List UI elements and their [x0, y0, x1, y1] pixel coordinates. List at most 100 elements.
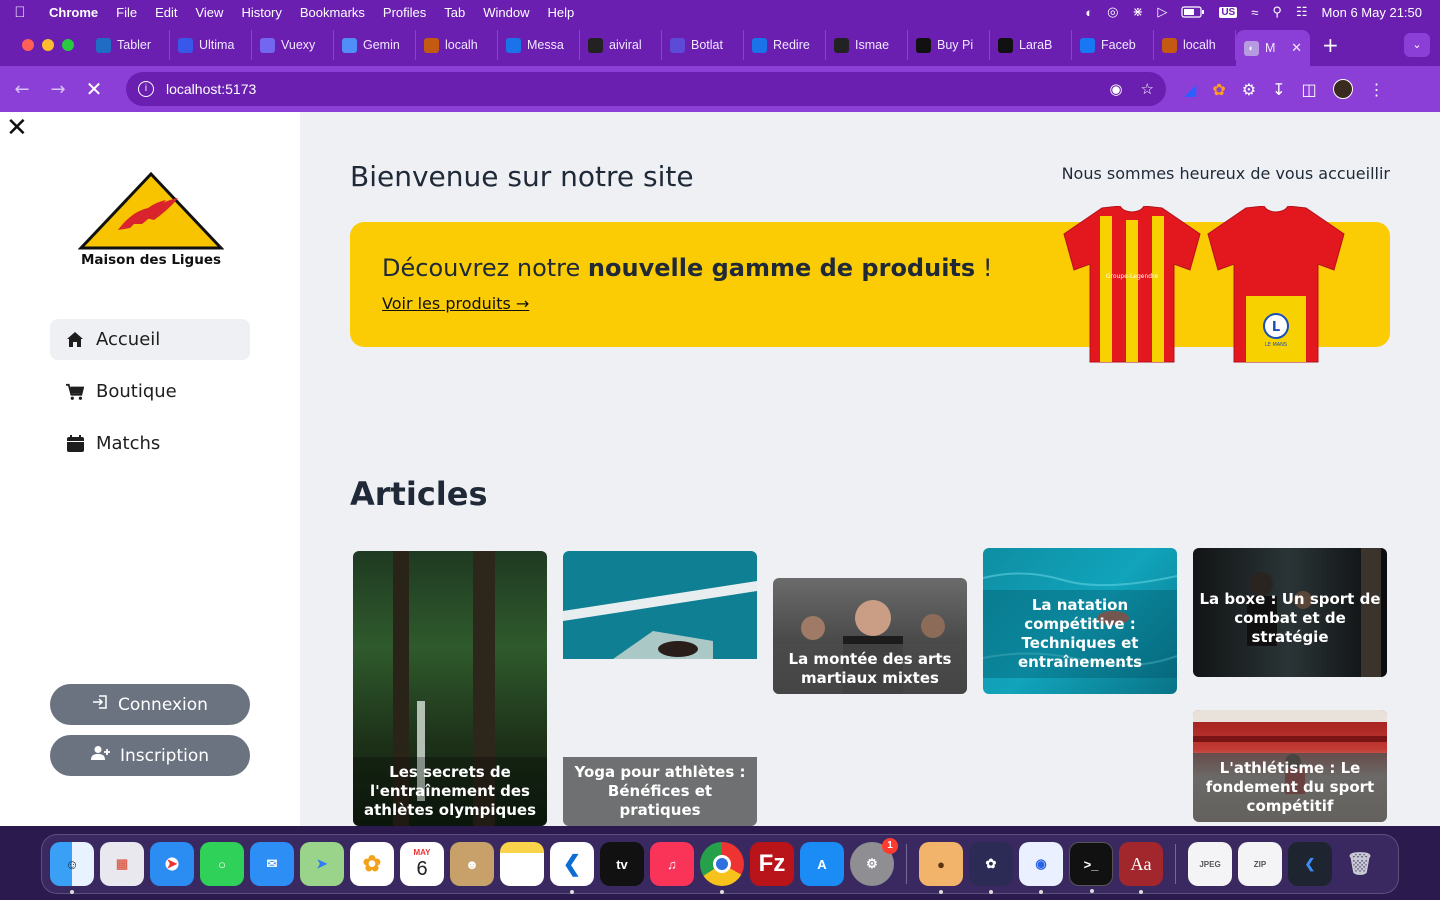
stop-loading-icon[interactable]: ✕: [76, 77, 112, 101]
calendar-app-icon[interactable]: MAY 6: [400, 842, 444, 886]
view-products-link[interactable]: Voir les produits →: [382, 294, 529, 313]
menu-view[interactable]: View: [186, 5, 232, 20]
finder-icon[interactable]: ☺: [50, 842, 94, 894]
tab[interactable]: Ultima: [170, 30, 252, 60]
menu-help[interactable]: Help: [539, 5, 584, 20]
back-icon[interactable]: ←: [4, 79, 40, 100]
forward-icon[interactable]: →: [40, 79, 76, 100]
safari-icon[interactable]: ➤: [150, 842, 194, 886]
tab[interactable]: Messa: [498, 30, 580, 60]
tab[interactable]: Redire: [744, 30, 826, 60]
tab[interactable]: Botlat: [662, 30, 744, 60]
dictionary-icon[interactable]: Aa: [1119, 842, 1163, 894]
jpeg-file-icon[interactable]: JPEG: [1188, 842, 1232, 886]
zip-file-icon[interactable]: ZIP: [1238, 842, 1282, 886]
contacts-icon[interactable]: ☻: [450, 842, 494, 886]
address-bar[interactable]: i localhost:5173 ◉ ☆: [126, 72, 1166, 106]
login-button[interactable]: Connexion: [50, 684, 250, 725]
proxyman-icon[interactable]: ◉: [1019, 842, 1063, 894]
tab-search-button[interactable]: ⌄: [1404, 33, 1430, 57]
bookmark-star-icon[interactable]: ☆: [1141, 80, 1154, 98]
music-icon[interactable]: ♫: [650, 842, 694, 886]
notes-icon[interactable]: [500, 842, 544, 886]
terminal-icon[interactable]: >_: [1069, 842, 1113, 893]
status-app-icon[interactable]: ◐: [1085, 5, 1093, 20]
photos-icon[interactable]: ✿: [350, 842, 394, 886]
trash-icon[interactable]: 🗑: [1338, 842, 1382, 886]
download-icon[interactable]: ↧: [1272, 80, 1285, 99]
nav-item-accueil[interactable]: Accueil: [50, 319, 250, 360]
article-card[interactable]: Les secrets de l'entraînement des athlèt…: [353, 551, 547, 826]
tab[interactable]: Ismae: [826, 30, 908, 60]
extensions-puzzle-icon[interactable]: ⚙: [1242, 80, 1256, 99]
menu-window[interactable]: Window: [474, 5, 538, 20]
menu-edit[interactable]: Edit: [146, 5, 186, 20]
tab[interactable]: Vuexy: [252, 30, 334, 60]
menu-history[interactable]: History: [232, 5, 290, 20]
side-panel-icon[interactable]: ◫: [1301, 80, 1316, 99]
register-button[interactable]: Inscription: [50, 735, 250, 776]
tab[interactable]: Tabler: [88, 30, 170, 60]
tab[interactable]: LaraB: [990, 30, 1072, 60]
maps-icon[interactable]: ➤: [300, 842, 344, 886]
tab[interactable]: Gemin: [334, 30, 416, 60]
airplay-icon[interactable]: ◎: [1107, 4, 1118, 20]
apple-tv-icon[interactable]: tv: [600, 842, 644, 886]
article-card[interactable]: La boxe : Un sport de combat et de strat…: [1193, 548, 1387, 677]
menu-profiles[interactable]: Profiles: [374, 5, 435, 20]
close-sidebar-icon[interactable]: ✕: [6, 114, 28, 142]
profile-avatar[interactable]: [1332, 79, 1353, 99]
article-card[interactable]: La natation compétitive : Techniques et …: [983, 548, 1177, 694]
zoom-window-button[interactable]: [62, 39, 74, 51]
nav-item-boutique[interactable]: Boutique: [50, 371, 250, 412]
new-tab-button[interactable]: +: [1310, 33, 1351, 57]
site-info-icon[interactable]: i: [138, 81, 154, 97]
menu-app-name[interactable]: Chrome: [40, 5, 107, 20]
input-source-badge[interactable]: US: [1219, 6, 1238, 18]
launchpad-icon[interactable]: ▦: [100, 842, 144, 886]
control-center-icon[interactable]: ☷: [1296, 4, 1308, 20]
apple-menu-icon[interactable]: : [0, 4, 40, 21]
filezilla-icon[interactable]: Fz: [750, 842, 794, 886]
nav-item-matchs[interactable]: Matchs: [50, 423, 250, 464]
tab-favicon-icon: [588, 37, 603, 53]
site-logo[interactable]: Maison des Ligues: [77, 171, 225, 272]
tab[interactable]: localh: [1154, 30, 1236, 60]
menu-bookmarks[interactable]: Bookmarks: [291, 5, 374, 20]
menu-file[interactable]: File: [107, 5, 146, 20]
minimize-window-button[interactable]: [42, 39, 54, 51]
chrome-menu-icon[interactable]: ⋮: [1369, 80, 1385, 99]
wifi-icon[interactable]: ≈: [1251, 5, 1258, 20]
vscode-icon[interactable]: ❮: [550, 842, 594, 894]
battery-icon[interactable]: [1181, 6, 1205, 18]
chatgpt-icon[interactable]: ✿: [969, 842, 1013, 894]
menu-tab[interactable]: Tab: [435, 5, 474, 20]
app-store-icon[interactable]: A: [800, 842, 844, 886]
mail-icon[interactable]: ✉: [250, 842, 294, 886]
article-card[interactable]: La montée des arts martiaux mixtes: [773, 578, 967, 694]
jersey-back-image: L LE MANS: [1207, 206, 1345, 363]
tab[interactable]: localh: [416, 30, 498, 60]
messages-icon[interactable]: ○: [200, 842, 244, 886]
bluetooth-icon[interactable]: ⋇: [1132, 4, 1143, 20]
menubar-clock[interactable]: Mon 6 May 21:50: [1322, 5, 1422, 20]
system-settings-icon[interactable]: ⚙ 1: [850, 838, 898, 886]
extension-tag-icon[interactable]: ◢: [1184, 80, 1196, 99]
article-card[interactable]: L'athlétisme : Le fondement du sport com…: [1193, 710, 1387, 822]
tab-active[interactable]: ◐ M ✕: [1236, 30, 1310, 66]
vscode-window-thumbnail[interactable]: ❮: [1288, 842, 1332, 886]
tab-close-icon[interactable]: ✕: [1291, 40, 1302, 56]
close-window-button[interactable]: [22, 39, 34, 51]
play-icon[interactable]: ▷: [1157, 4, 1167, 20]
tab[interactable]: Buy Pi: [908, 30, 990, 60]
extension-color-icon[interactable]: ✿: [1212, 80, 1225, 99]
address-bar-url[interactable]: localhost:5173: [166, 81, 256, 97]
eye-off-icon[interactable]: ◉: [1109, 80, 1122, 98]
tab[interactable]: aiviral: [580, 30, 662, 60]
tableplus-icon[interactable]: ●: [919, 842, 963, 894]
article-card[interactable]: Yoga pour athlètes : Bénéfices et pratiq…: [563, 551, 757, 826]
tab[interactable]: Faceb: [1072, 30, 1154, 60]
spotlight-search-icon[interactable]: ⚲: [1272, 4, 1282, 20]
calendar-month: MAY: [413, 848, 431, 857]
chrome-icon[interactable]: [700, 842, 744, 894]
